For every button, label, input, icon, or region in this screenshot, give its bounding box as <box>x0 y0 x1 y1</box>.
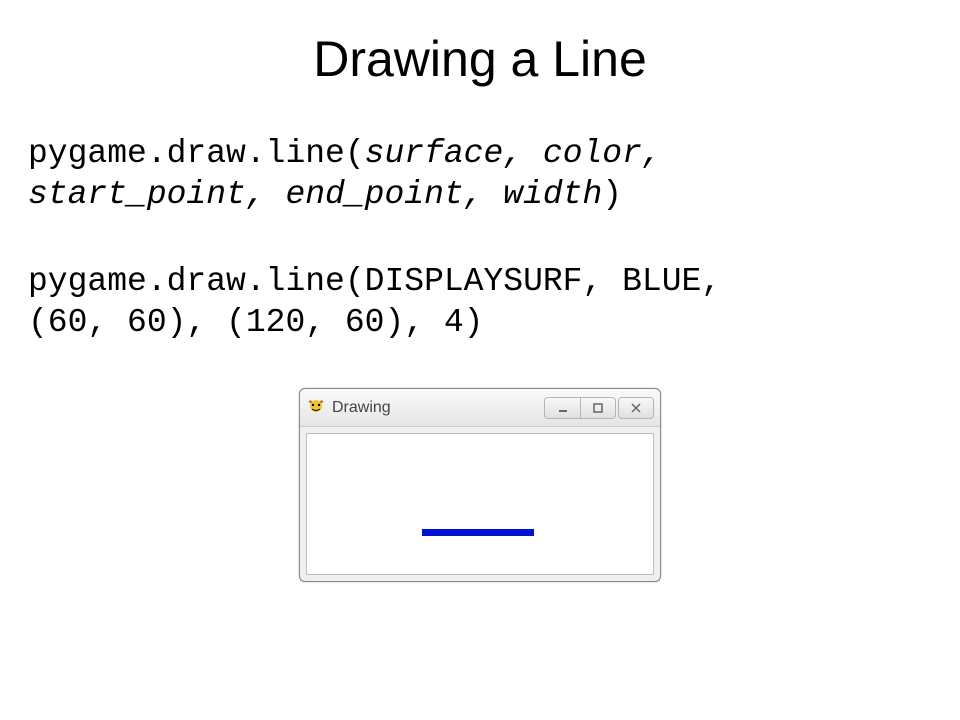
window-title-text: Drawing <box>332 399 544 417</box>
code-args-italic: surface, color, <box>365 135 662 172</box>
window-titlebar[interactable]: Drawing <box>300 389 660 427</box>
code-text: (60, 60), (120, 60), 4) <box>28 304 483 341</box>
close-button[interactable] <box>618 397 654 419</box>
code-text: pygame.draw.line(DISPLAYSURF, BLUE, <box>28 263 721 300</box>
code-text: pygame.draw.line( <box>28 135 365 172</box>
code-example: pygame.draw.line(DISPLAYSURF, BLUE, (60,… <box>0 261 960 344</box>
maximize-button[interactable] <box>580 397 616 419</box>
app-icon <box>306 398 326 418</box>
code-signature: pygame.draw.line(surface, color, start_p… <box>0 133 960 216</box>
app-window: Drawing <box>299 388 661 582</box>
minimize-button[interactable] <box>544 397 580 419</box>
window-canvas <box>306 433 654 575</box>
window-controls <box>544 397 654 419</box>
code-text: ) <box>602 176 622 213</box>
window-wrapper: Drawing <box>0 388 960 582</box>
slide-title: Drawing a Line <box>0 30 960 88</box>
code-args-italic: start_point, end_point, width <box>28 176 602 213</box>
drawn-line <box>422 529 534 536</box>
